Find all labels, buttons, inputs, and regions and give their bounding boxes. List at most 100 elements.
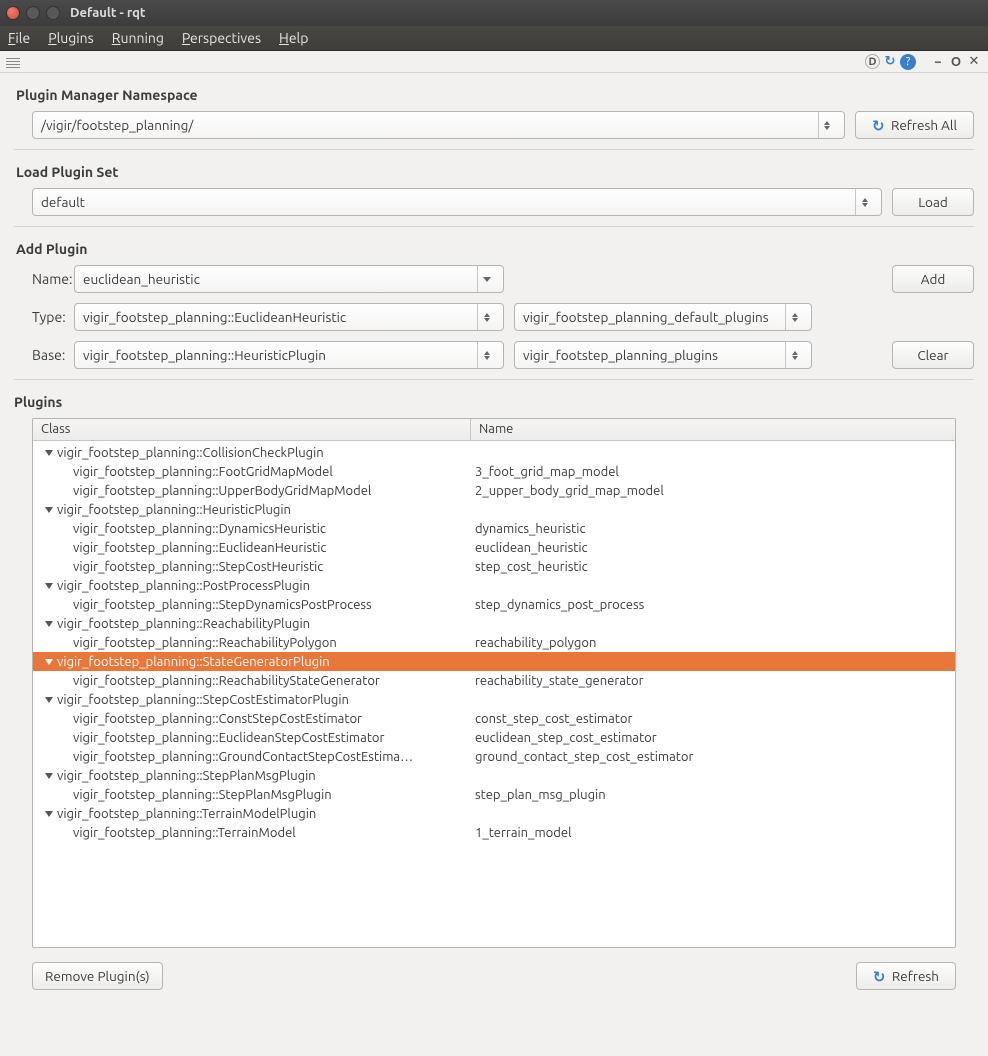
refresh-icon — [872, 118, 886, 132]
refresh-icon — [873, 969, 887, 983]
reload-icon[interactable]: ↻ — [882, 54, 898, 70]
stepper-icon[interactable] — [855, 189, 873, 215]
tree-name-text: euclidean_step_cost_estimator — [471, 731, 955, 745]
tree-body[interactable]: vigir_footstep_planning::CollisionCheckP… — [33, 441, 955, 947]
type-pkg-value: vigir_footstep_planning_default_plugins — [523, 309, 785, 325]
disclosure-icon[interactable] — [45, 811, 53, 817]
window-maximize-button[interactable] — [46, 6, 60, 20]
tree-item-row[interactable]: vigir_footstep_planning::EuclideanHeuris… — [33, 538, 955, 557]
window-minimize-button[interactable] — [26, 6, 40, 20]
load-set-label: Load Plugin Set — [16, 164, 974, 180]
base-combo[interactable]: vigir_footstep_planning::HeuristicPlugin — [74, 341, 504, 369]
disclosure-icon[interactable] — [45, 583, 53, 589]
menu-bar: File Plugins Running Perspectives Help — [0, 26, 988, 51]
tree-item-row[interactable]: vigir_footstep_planning::FootGridMapMode… — [33, 462, 955, 481]
menu-help[interactable]: Help — [279, 30, 308, 46]
tree-group-row[interactable]: vigir_footstep_planning::CollisionCheckP… — [33, 443, 955, 462]
type-combo[interactable]: vigir_footstep_planning::EuclideanHeuris… — [74, 303, 504, 331]
tree-name-text: step_cost_heuristic — [471, 560, 955, 574]
refresh-button[interactable]: Refresh — [856, 962, 956, 990]
name-value: euclidean_heuristic — [83, 271, 477, 287]
tree-class-text: vigir_footstep_planning::PostProcessPlug… — [57, 579, 310, 593]
add-button[interactable]: Add — [892, 265, 974, 293]
tree-name-text: dynamics_heuristic — [471, 522, 955, 536]
tree-group-row[interactable]: vigir_footstep_planning::PostProcessPlug… — [33, 576, 955, 595]
title-bar: Default - rqt — [0, 0, 988, 26]
tree-item-row[interactable]: vigir_footstep_planning::EuclideanStepCo… — [33, 728, 955, 747]
name-dropdown[interactable]: euclidean_heuristic — [74, 265, 504, 293]
tree-item-row[interactable]: vigir_footstep_planning::StepDynamicsPos… — [33, 595, 955, 614]
dock-icon[interactable]: D — [865, 54, 880, 69]
window-close-button[interactable] — [6, 6, 20, 20]
stepper-icon[interactable] — [785, 304, 803, 330]
tree-class-text: vigir_footstep_planning::GroundContactSt… — [73, 750, 413, 764]
type-pkg-combo[interactable]: vigir_footstep_planning_default_plugins — [514, 303, 812, 331]
clear-button[interactable]: Clear — [892, 341, 974, 369]
remove-plugins-button[interactable]: Remove Plugin(s) — [32, 962, 163, 990]
tree-item-row[interactable]: vigir_footstep_planning::TerrainModel1_t… — [33, 823, 955, 842]
disclosure-icon[interactable] — [45, 507, 53, 513]
base-pkg-value: vigir_footstep_planning_plugins — [523, 347, 785, 363]
base-pkg-combo[interactable]: vigir_footstep_planning_plugins — [514, 341, 812, 369]
load-button[interactable]: Load — [892, 188, 974, 216]
menu-file[interactable]: File — [8, 30, 30, 46]
tree-group-row[interactable]: vigir_footstep_planning::HeuristicPlugin — [33, 500, 955, 519]
tree-class-text: vigir_footstep_planning::EuclideanHeuris… — [73, 541, 326, 555]
tree-class-text: vigir_footstep_planning::FootGridMapMode… — [73, 465, 333, 479]
toolbar-grip[interactable] — [6, 56, 20, 68]
close-panel-icon[interactable]: ✕ — [966, 54, 982, 70]
tree-item-row[interactable]: vigir_footstep_planning::DynamicsHeurist… — [33, 519, 955, 538]
plugins-tree[interactable]: Class Name vigir_footstep_planning::Coll… — [32, 418, 956, 948]
menu-running[interactable]: Running — [112, 30, 164, 46]
tree-class-text: vigir_footstep_planning::TerrainModelPlu… — [57, 807, 316, 821]
chevron-down-icon[interactable] — [477, 266, 495, 292]
disclosure-icon[interactable] — [45, 697, 53, 703]
name-label: Name: — [14, 271, 64, 287]
tree-name-text: const_step_cost_estimator — [471, 712, 955, 726]
tree-item-row[interactable]: vigir_footstep_planning::ReachabilitySta… — [33, 671, 955, 690]
tree-class-text: vigir_footstep_planning::EuclideanStepCo… — [73, 731, 384, 745]
stepper-icon[interactable] — [477, 342, 495, 368]
tree-group-row[interactable]: vigir_footstep_planning::TerrainModelPlu… — [33, 804, 955, 823]
disclosure-icon[interactable] — [45, 621, 53, 627]
menu-plugins[interactable]: Plugins — [48, 30, 94, 46]
tree-class-text: vigir_footstep_planning::ReachabilityPol… — [73, 636, 337, 650]
tree-group-row[interactable]: vigir_footstep_planning::StateGeneratorP… — [33, 652, 955, 671]
refresh-all-button[interactable]: Refresh All — [855, 111, 974, 139]
tree-group-row[interactable]: vigir_footstep_planning::ReachabilityPlu… — [33, 614, 955, 633]
tree-item-row[interactable]: vigir_footstep_planning::UpperBodyGridMa… — [33, 481, 955, 500]
tree-class-text: vigir_footstep_planning::StateGeneratorP… — [57, 655, 330, 669]
col-name[interactable]: Name — [471, 419, 955, 440]
tree-name-text: ground_contact_step_cost_estimator — [471, 750, 955, 764]
plugin-set-combo[interactable]: default — [32, 188, 882, 216]
minimize-icon[interactable]: − — [930, 54, 946, 70]
col-class[interactable]: Class — [33, 419, 471, 440]
menu-perspectives[interactable]: Perspectives — [182, 30, 261, 46]
tree-item-row[interactable]: vigir_footstep_planning::ConstStepCostEs… — [33, 709, 955, 728]
disclosure-icon[interactable] — [45, 659, 53, 665]
tree-class-text: vigir_footstep_planning::StepCostEstimat… — [57, 693, 349, 707]
tree-group-row[interactable]: vigir_footstep_planning::StepPlanMsgPlug… — [33, 766, 955, 785]
tree-group-row[interactable]: vigir_footstep_planning::StepCostEstimat… — [33, 690, 955, 709]
add-plugin-label: Add Plugin — [16, 241, 974, 257]
base-value: vigir_footstep_planning::HeuristicPlugin — [83, 347, 477, 363]
disclosure-icon[interactable] — [45, 773, 53, 779]
type-value: vigir_footstep_planning::EuclideanHeuris… — [83, 309, 477, 325]
window-title: Default - rqt — [70, 6, 146, 20]
tree-item-row[interactable]: vigir_footstep_planning::StepCostHeurist… — [33, 557, 955, 576]
stepper-icon[interactable] — [477, 304, 495, 330]
namespace-combo[interactable]: /vigir/footstep_planning/ — [32, 111, 845, 139]
tree-item-row[interactable]: vigir_footstep_planning::StepPlanMsgPlug… — [33, 785, 955, 804]
tree-class-text: vigir_footstep_planning::StepPlanMsgPlug… — [57, 769, 316, 783]
base-label: Base: — [14, 347, 64, 363]
tree-class-text: vigir_footstep_planning::ConstStepCostEs… — [73, 712, 362, 726]
tree-name-text: reachability_polygon — [471, 636, 955, 650]
tree-class-text: vigir_footstep_planning::CollisionCheckP… — [57, 446, 324, 460]
tree-item-row[interactable]: vigir_footstep_planning::ReachabilityPol… — [33, 633, 955, 652]
disclosure-icon[interactable] — [45, 450, 53, 456]
tree-item-row[interactable]: vigir_footstep_planning::GroundContactSt… — [33, 747, 955, 766]
stepper-icon[interactable] — [818, 112, 836, 138]
float-icon[interactable]: O — [948, 54, 964, 70]
help-icon[interactable]: ? — [900, 54, 916, 70]
stepper-icon[interactable] — [785, 342, 803, 368]
